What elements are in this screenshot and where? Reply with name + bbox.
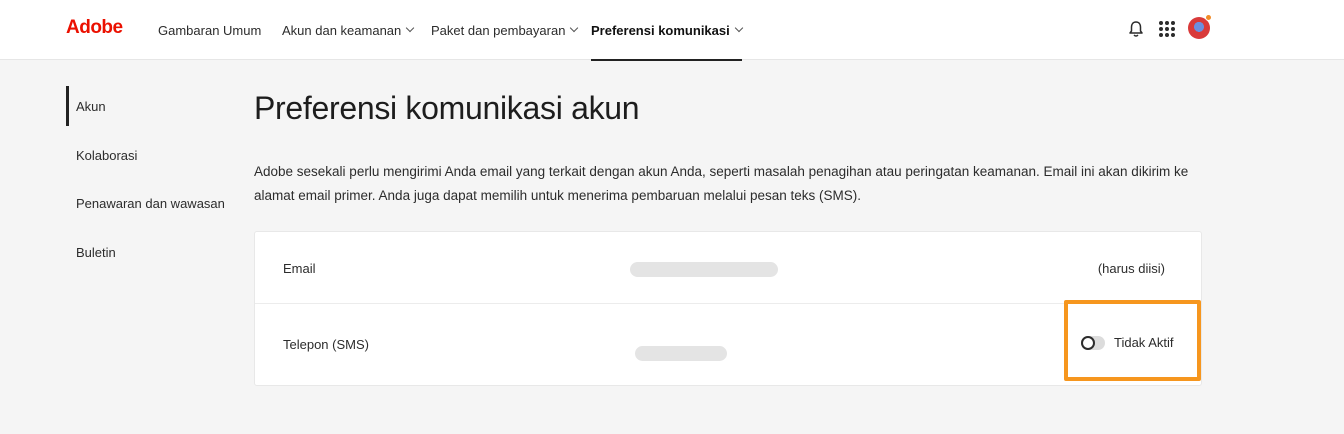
sidebar-item-collaboration[interactable]: Kolaborasi <box>66 135 236 175</box>
sidebar-item-label: Kolaborasi <box>76 147 138 163</box>
sidebar-item-label: Akun <box>76 98 106 114</box>
nav-overview-label: Gambaran Umum <box>158 22 262 38</box>
nav-communication-preferences-label: Preferensi komunikasi <box>591 22 730 38</box>
sidebar-item-newsletter[interactable]: Buletin <box>66 232 236 272</box>
nav-plans-billing[interactable]: Paket dan pembayaran <box>431 0 579 60</box>
nav-account-security-label: Akun dan keamanan <box>282 22 402 38</box>
email-value-placeholder <box>630 262 778 277</box>
apps-button[interactable] <box>1155 16 1179 42</box>
nav-plans-billing-label: Paket dan pembayaran <box>431 22 566 38</box>
top-navigation-bar: Adobe Gambaran Umum Akun dan keamanan Pa… <box>0 0 1344 61</box>
nav-communication-preferences[interactable]: Preferensi komunikasi <box>591 0 743 61</box>
sidebar-item-offers-insights[interactable]: Penawaran dan wawasan <box>66 183 236 223</box>
bell-icon <box>1129 21 1143 37</box>
chevron-down-icon <box>734 23 743 33</box>
email-label: Email <box>283 261 316 276</box>
sidebar-item-label: Buletin <box>76 244 116 260</box>
contact-preferences-card: Email (harus diisi) Telepon (SMS) Tidak … <box>254 231 1202 386</box>
notifications-button[interactable] <box>1124 16 1148 42</box>
phone-row: Telepon (SMS) Tidak Aktif <box>255 304 1201 386</box>
phone-label: Telepon (SMS) <box>283 337 369 352</box>
nav-overview[interactable]: Gambaran Umum <box>158 0 261 60</box>
chevron-down-icon <box>406 23 415 33</box>
chevron-down-icon <box>570 23 579 33</box>
page-title: Preferensi komunikasi akun <box>254 90 640 126</box>
page-description: Adobe sesekali perlu mengirimi Anda emai… <box>254 164 1189 203</box>
sidebar-item-account[interactable]: Akun <box>66 86 236 126</box>
sidebar-item-label: Penawaran dan wawasan <box>76 195 225 211</box>
nav-account-security[interactable]: Akun dan keamanan <box>282 0 415 60</box>
required-note: (harus diisi) <box>1097 261 1165 276</box>
adobe-logo[interactable]: Adobe <box>66 17 123 39</box>
highlight-box <box>1064 300 1201 381</box>
phone-value-placeholder <box>635 346 727 361</box>
notification-dot <box>1205 14 1212 21</box>
avatar[interactable] <box>1188 14 1212 39</box>
email-row: Email (harus diisi) <box>255 232 1201 304</box>
apps-grid-icon <box>1159 21 1175 37</box>
